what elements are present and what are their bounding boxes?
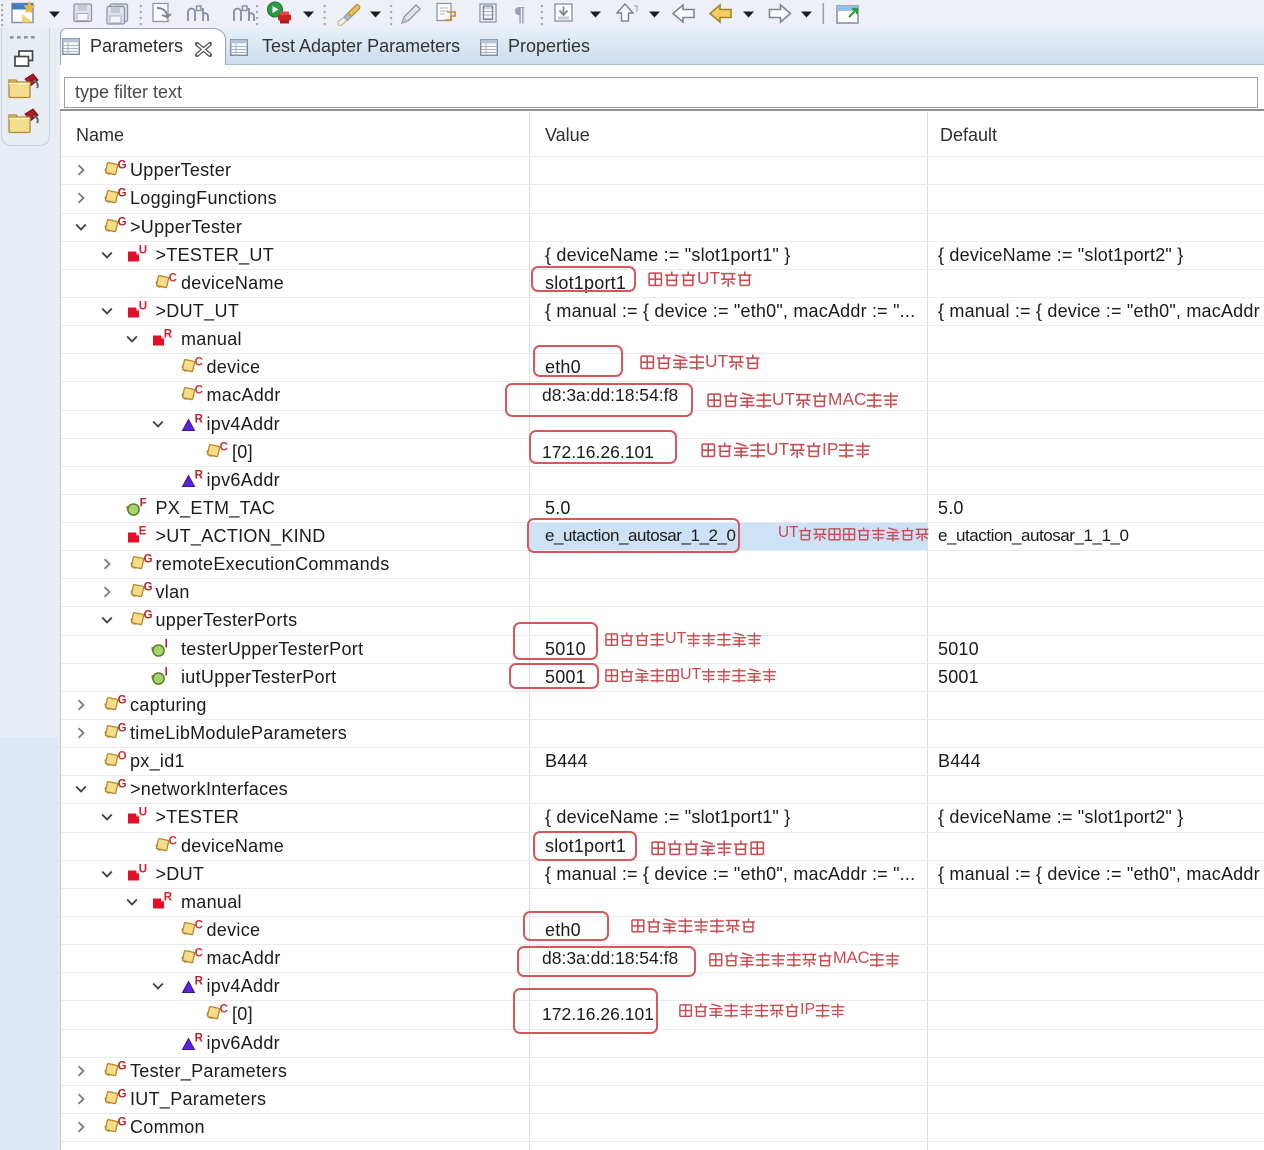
svg-text:G: G (118, 160, 127, 172)
svg-text:C: C (169, 272, 177, 284)
svg-text:I: I (165, 638, 168, 650)
svg-text:E: E (138, 526, 146, 538)
svg-text:G: G (118, 694, 127, 706)
svg-text:G: G (118, 216, 127, 228)
svg-text:G: G (118, 723, 127, 735)
svg-text:C: C (220, 441, 228, 453)
svg-text:C: C (169, 835, 177, 847)
svg-text:C: C (194, 948, 202, 960)
svg-text:C: C (220, 1004, 228, 1016)
svg-text:U: U (138, 244, 146, 256)
svg-text:R: R (194, 469, 203, 481)
svg-text:F: F (139, 497, 146, 509)
svg-text:U: U (138, 807, 146, 819)
svg-text:R: R (194, 1032, 203, 1044)
svg-text:G: G (143, 582, 152, 594)
svg-text:G: G (118, 779, 127, 791)
svg-text:G: G (118, 188, 127, 200)
svg-text:G: G (143, 554, 152, 566)
svg-text:G: G (118, 1088, 127, 1100)
svg-text:C: C (194, 357, 202, 369)
svg-text:O: O (118, 751, 127, 763)
svg-text:G: G (143, 610, 152, 622)
svg-text:R: R (194, 976, 203, 988)
svg-text:C: C (194, 385, 202, 397)
svg-text:R: R (164, 329, 173, 341)
svg-text:U: U (138, 300, 146, 312)
svg-text:R: R (194, 413, 203, 425)
svg-text:I: I (165, 666, 168, 678)
svg-text:U: U (138, 863, 146, 875)
svg-text:¶: ¶ (514, 2, 525, 26)
svg-text:C: C (194, 920, 202, 932)
svg-text:G: G (118, 1117, 127, 1129)
svg-text:R: R (164, 891, 173, 903)
svg-text:G: G (118, 1060, 127, 1072)
